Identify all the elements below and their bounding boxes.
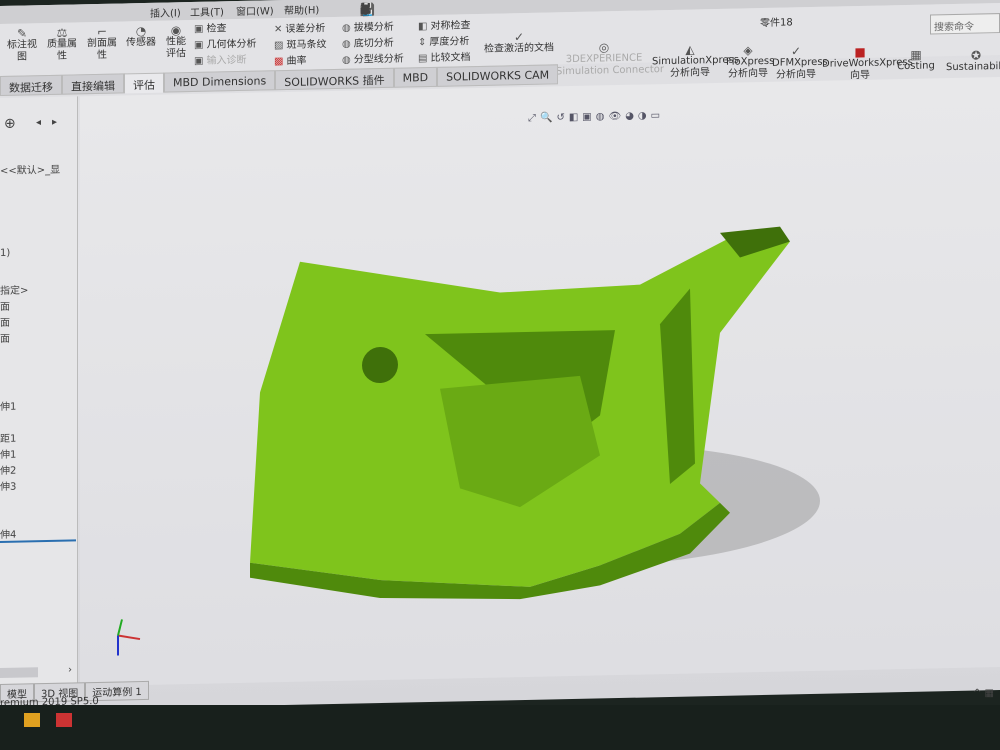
chevron-up-icon[interactable]: ^ — [973, 688, 981, 699]
ribbon-driveworksxpress[interactable]: ■ DriveWorksXpress 向导 — [822, 45, 913, 83]
curvature-icon: ▩ — [274, 56, 284, 68]
tree-item[interactable]: 面 — [0, 298, 10, 313]
menu-insert[interactable]: 插入(I) — [150, 4, 181, 20]
menu-help[interactable]: 帮助(H) — [284, 1, 319, 17]
scroll-right-icon[interactable]: ▸ — [52, 117, 57, 128]
window-title: 零件18 — [760, 17, 793, 30]
tree-item[interactable]: <<默认>_显 — [0, 161, 60, 177]
hide-show-icon[interactable]: 👁 — [608, 111, 625, 122]
network-icon[interactable]: ▦ — [985, 688, 994, 699]
ribbon-section-properties[interactable]: ⌐ 剖面属 性 — [84, 25, 120, 62]
tree-item[interactable]: 伸3 — [0, 478, 16, 493]
annotation-view-icon: ✎ — [16, 26, 28, 41]
ribbon-geometry-analysis[interactable]: ▣ 几何体分析 — [194, 39, 256, 52]
deviation-icon: ✕ — [274, 24, 283, 36]
ribbon-annotation-view[interactable]: ✎ 标注视 图 — [4, 26, 40, 64]
tree-item[interactable]: 伸2 — [0, 462, 16, 477]
ribbon-sustainability[interactable]: ✪ Sustainability — [946, 48, 1000, 74]
tree-item[interactable]: 面 — [0, 314, 10, 329]
display-style-icon[interactable]: ◍ — [596, 111, 609, 122]
solidworks-taskbar-icon[interactable] — [56, 713, 72, 727]
appearance-icon[interactable]: ◕ — [625, 111, 638, 122]
check-icon: ▣ — [194, 23, 204, 35]
performance-icon: ◉ — [170, 23, 182, 38]
ribbon-deviation[interactable]: ✕ 误差分析 — [274, 23, 325, 36]
ribbon-zebra[interactable]: ▨ 斑马条纹 — [274, 39, 326, 52]
ribbon-costing[interactable]: ▦ Costing — [896, 48, 936, 73]
tree-item[interactable]: 面 — [0, 330, 10, 345]
tab-solidworks-addins[interactable]: SOLIDWORKS 插件 — [275, 67, 394, 91]
tab-data-migration[interactable]: 数据迁移 — [0, 74, 62, 96]
feature-manager-tree: ⊕ ◂ ▸ <<默认>_显 1) 指定> 面 面 面 伸1 距1 伸1 伸2 伸… — [0, 96, 78, 688]
compare-icon: ▤ — [418, 53, 428, 65]
view-settings-icon[interactable]: ▭ — [651, 110, 664, 121]
ribbon-performance[interactable]: ◉ 性能 评估 — [162, 23, 190, 61]
symmetry-icon: ◧ — [418, 21, 428, 33]
draft-icon: ◍ — [342, 22, 351, 34]
zoom-to-fit-icon[interactable]: ⤢ — [528, 113, 540, 124]
ribbon-check[interactable]: ▣ 检查 — [194, 23, 226, 36]
tab-evaluate[interactable]: 评估 — [124, 72, 164, 94]
ribbon-check-active-document[interactable]: ✓ 检查激活的文档 — [484, 30, 554, 55]
tab-solidworks-cam[interactable]: SOLIDWORKS CAM — [437, 64, 559, 87]
menu-window[interactable]: 窗口(W) — [236, 2, 274, 18]
ribbon-import-diagnostics[interactable]: ▣ 输入诊断 — [194, 55, 246, 68]
tab-mbd[interactable]: MBD — [393, 66, 438, 88]
part-model[interactable] — [80, 77, 1000, 686]
thickness-icon: ⇕ — [418, 37, 427, 49]
ribbon-sensors[interactable]: ◔ 传感器 — [122, 23, 160, 50]
section-view-icon[interactable]: ◧ — [569, 112, 582, 123]
tab-direct-editing[interactable]: 直接编辑 — [62, 73, 124, 95]
zebra-icon: ▨ — [274, 40, 284, 52]
file-explorer-icon[interactable] — [24, 713, 40, 727]
tree-item[interactable]: 1) — [0, 248, 10, 259]
scene-icon[interactable]: ◑ — [638, 110, 651, 121]
tab-mbd-dimensions[interactable]: MBD Dimensions — [164, 70, 276, 93]
scroll-right-icon[interactable]: › — [68, 664, 72, 675]
tree-item[interactable]: 伸1 — [0, 446, 16, 461]
ribbon-floxpress[interactable]: ◈ FloXpress 分析向导 — [726, 43, 774, 81]
ribbon-draft[interactable]: ◍ 拔模分析 — [342, 22, 394, 35]
ribbon-curvature[interactable]: ▩ 曲率 — [274, 56, 306, 69]
zoom-area-icon[interactable]: 🔍 — [540, 112, 556, 123]
tree-item[interactable]: 指定> — [0, 281, 28, 297]
gauge-icon: ◔ — [135, 23, 147, 39]
ribbon-simulationxpress[interactable]: ◭ SimulationXpress 分析向导 — [652, 42, 739, 81]
horizontal-scrollbar[interactable] — [0, 667, 38, 678]
ribbon-mass-properties[interactable]: ⚖ 质量属 性 — [44, 26, 80, 63]
scroll-left-icon[interactable]: ◂ — [36, 117, 41, 128]
tree-item[interactable]: 距1 — [0, 430, 16, 445]
search-input[interactable]: 搜索命令 — [930, 13, 1000, 35]
solidworks-window: 插入(I) 工具(T) 窗口(W) 帮助(H) ⌂ 🗋 📂 💾 🖶 ↶ ↖ ● ☰ ⚙ ✎ 标注视 … — [0, 0, 1000, 712]
ribbon-symmetry[interactable]: ◧ 对称检查 — [418, 20, 470, 33]
parting-line-icon: ◍ — [342, 54, 351, 66]
ribbon-thickness[interactable]: ⇕ 厚度分析 — [418, 36, 469, 49]
sustainability-icon: ✪ — [970, 48, 982, 63]
taskbar — [0, 705, 1000, 750]
configuration-manager-icon[interactable]: ⊕ — [4, 116, 16, 132]
triad-axes — [117, 619, 141, 656]
section-icon: ⌐ — [96, 24, 108, 39]
ribbon-dfmxpress[interactable]: ✓ DFMXpress 分析向导 — [772, 44, 828, 82]
dfm-check-icon: ✓ — [790, 44, 802, 59]
scale-icon: ⚖ — [56, 25, 68, 40]
ribbon-parting-line[interactable]: ◍ 分型线分析 — [342, 54, 404, 67]
costing-icon: ▦ — [910, 47, 922, 62]
system-tray: ^ ▦ — [973, 688, 994, 699]
view-orientation-icon[interactable]: ▣ — [582, 112, 595, 123]
ribbon-3dexperience[interactable]: ◎ 3DEXPERIENCE Simulation Connector — [556, 40, 664, 78]
undercut-icon: ◍ — [342, 38, 351, 50]
tree-item[interactable]: 伸4 — [0, 524, 76, 543]
graphics-area[interactable] — [80, 77, 1000, 687]
geometry-analysis-icon: ▣ — [194, 39, 204, 51]
tree-item[interactable]: 伸1 — [0, 398, 16, 413]
previous-view-icon[interactable]: ↺ — [556, 112, 568, 123]
menu-tools[interactable]: 工具(T) — [190, 3, 224, 19]
ribbon-undercut[interactable]: ◍ 底切分析 — [342, 38, 394, 51]
ribbon-compare[interactable]: ▤ 比较文档 — [418, 52, 470, 65]
flow-icon: ◈ — [743, 43, 753, 58]
import-diagnostics-icon: ▣ — [194, 55, 204, 67]
options-gear-icon[interactable]: ⚙ — [360, 2, 371, 16]
